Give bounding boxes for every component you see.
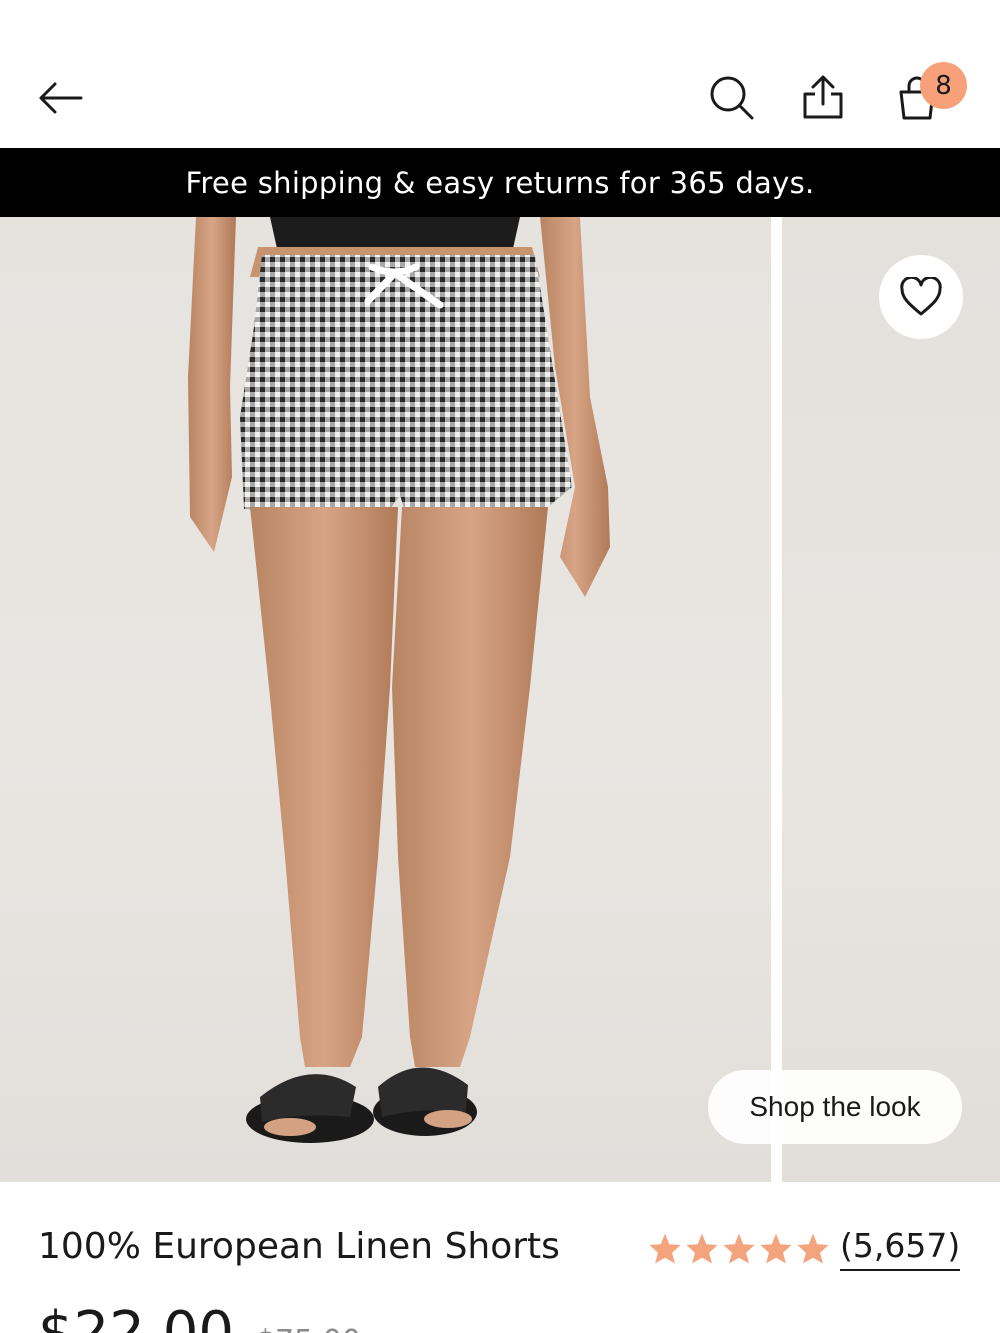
shop-the-look-button[interactable]: Shop the look — [708, 1070, 962, 1144]
price-row: $22.00 $75.00 — [38, 1300, 361, 1333]
sale-price: $22.00 — [38, 1300, 234, 1333]
product-rating[interactable]: (5,657) — [648, 1226, 961, 1271]
product-page: 8 Free shipping & easy returns for 365 d… — [0, 0, 1000, 1333]
compare-at-price: $75.00 — [256, 1324, 361, 1333]
model-illustration — [188, 217, 610, 1143]
promo-banner: Free shipping & easy returns for 365 day… — [0, 148, 1000, 217]
product-gallery[interactable]: Shop the look — [0, 217, 1000, 1182]
product-photo[interactable] — [0, 217, 771, 1182]
product-title: 100% European Linen Shorts — [38, 1226, 560, 1267]
share-icon — [803, 75, 843, 119]
heart-icon — [900, 277, 942, 316]
star-icon — [760, 1233, 792, 1264]
star-rating — [648, 1232, 830, 1265]
star-icon — [723, 1233, 755, 1264]
search-button[interactable] — [702, 68, 762, 128]
search-icon — [710, 76, 754, 120]
product-photo-next[interactable] — [782, 217, 1000, 1182]
share-button[interactable] — [792, 66, 854, 128]
arrow-left-icon — [39, 82, 83, 114]
star-icon — [649, 1233, 681, 1264]
review-count-link[interactable]: (5,657) — [840, 1226, 961, 1271]
star-icon — [686, 1233, 718, 1264]
wishlist-button[interactable] — [879, 255, 963, 339]
top-nav: 8 — [0, 0, 1000, 148]
star-icon — [797, 1233, 829, 1264]
back-button[interactable] — [30, 68, 90, 128]
cart-count-badge: 8 — [920, 62, 967, 109]
